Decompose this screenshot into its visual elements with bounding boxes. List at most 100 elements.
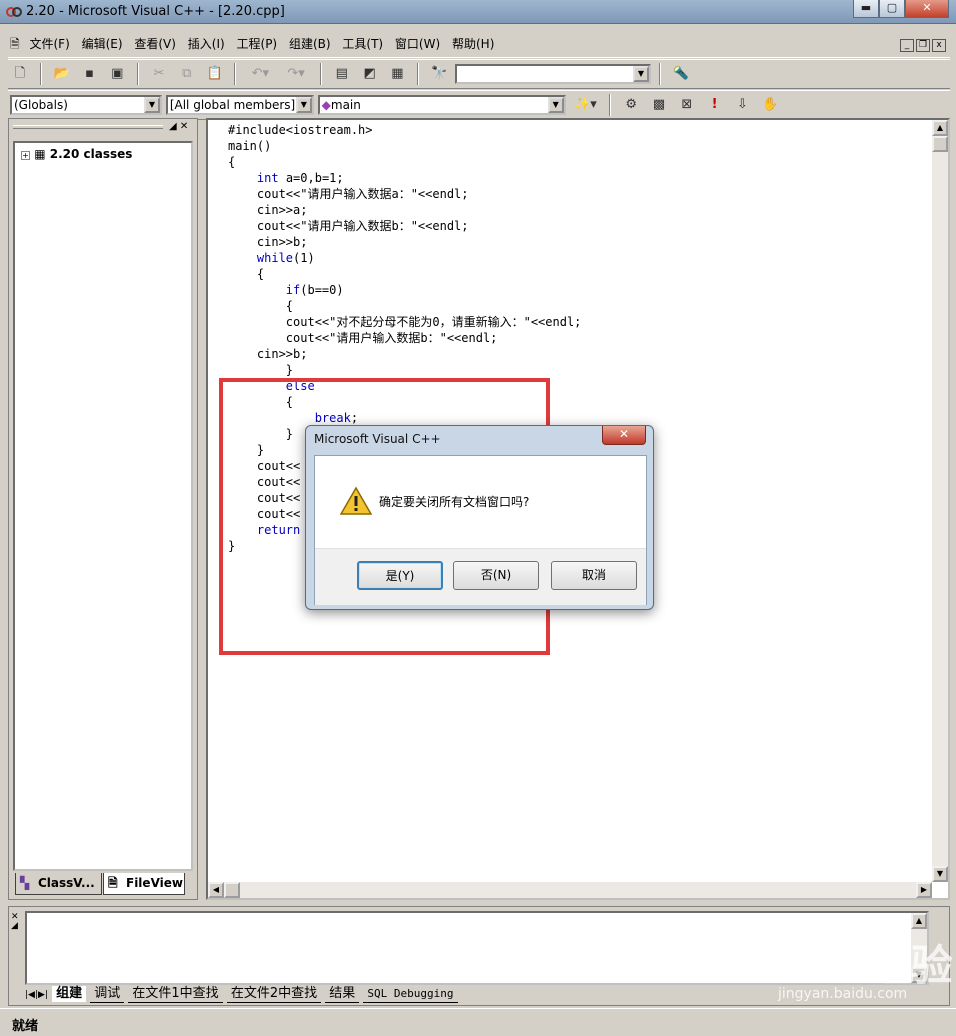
new-file-icon[interactable]: 🗋 [9,63,31,85]
scroll-thumb-h[interactable] [224,882,240,898]
find-in-files-icon[interactable]: 🔭 [428,63,450,85]
wizard-toolbar: (Globals) ▼ [All global members] ▼ ◆main ▼ … [8,90,950,120]
code-keyword: int [256,171,279,185]
chevron-down-icon[interactable]: ▼ [144,97,160,113]
wizard-wand-icon[interactable]: ✨▾ [570,94,600,116]
globals-combobox[interactable]: (Globals) ▼ [10,95,162,115]
code-line[interactable]: int a=0,b=1; [228,170,581,186]
find-combobox[interactable]: ▼ [454,64,651,84]
code-line[interactable]: } [228,362,581,378]
menu-file[interactable]: 文件(F) [25,30,73,58]
search-icon[interactable]: 🔦 [670,63,692,85]
undo-icon[interactable]: ↶▾ [245,63,275,85]
menu-view[interactable]: 查看(V) [130,30,180,58]
scroll-thumb[interactable] [932,136,948,152]
tab-results[interactable]: 结果 [325,986,360,1003]
breakpoint-hand-icon[interactable]: ✋ [759,94,781,116]
build-icon[interactable]: ▩ [648,94,670,116]
menu-help[interactable]: 帮助(H) [448,30,498,58]
execute-icon[interactable]: ! [704,94,726,116]
close-button[interactable]: ✕ [905,0,949,18]
mdi-restore-button[interactable]: ❐ [916,39,930,52]
code-line[interactable]: cin>>a; [228,202,581,218]
stop-build-icon[interactable]: ⊠ [676,94,698,116]
menu-window[interactable]: 窗口(W) [391,30,444,58]
tab-find2[interactable]: 在文件2中查找 [226,986,322,1003]
tab-debug[interactable]: 调试 [90,986,125,1003]
toolbar-separator [137,63,140,85]
code-line[interactable]: if(b==0) [228,282,581,298]
mdi-close-button[interactable]: x [932,39,946,52]
workspace-icon[interactable]: ▤ [331,63,353,85]
tab-classview[interactable]: ▚ ClassV... [15,873,102,895]
code-line[interactable]: cin>>b; [228,234,581,250]
code-text: a=0,b=1; [278,171,344,185]
vertical-scrollbar[interactable]: ▲ ▼ [932,120,948,882]
code-line[interactable]: { [228,266,581,282]
scroll-up-icon[interactable]: ▲ [911,913,927,929]
maximize-button[interactable]: ▢ [879,0,905,18]
code-line[interactable]: cout<<"请用户输入数据b："<<endl; [228,330,581,346]
toolbar-separator [319,63,322,85]
scroll-right-icon[interactable]: ▶ [916,882,932,898]
code-keyword: if [285,283,301,297]
code-line[interactable]: #include<iostream.h> [228,122,581,138]
mdi-controls: _ ❐ x [898,36,946,52]
toolbar-separator [39,63,42,85]
code-line[interactable]: main() [228,138,581,154]
cut-icon[interactable]: ✂ [148,63,170,85]
no-button[interactable]: 否(N) [453,561,539,590]
yes-button[interactable]: 是(Y) [357,561,443,590]
members-combobox[interactable]: [All global members] ▼ [165,95,314,115]
go-icon[interactable]: ⇩ [731,94,753,116]
menu-insert[interactable]: 插入(I) [184,30,229,58]
mdi-minimize-button[interactable]: _ [900,39,914,52]
code-line[interactable]: cout<<"请用户输入数据a："<<endl; [228,186,581,202]
tab-build[interactable]: 组建 [52,986,87,1002]
pane-close-icon[interactable]: ◢ ✕ [169,121,188,132]
redo-icon[interactable]: ↷▾ [281,63,311,85]
code-line[interactable]: while(1) [228,250,581,266]
menu-build[interactable]: 组建(B) [285,30,335,58]
scroll-down-icon[interactable]: ▼ [932,866,948,882]
save-all-icon[interactable]: ▣ [106,63,128,85]
menu-project[interactable]: 工程(P) [233,30,282,58]
title-bar: 2.20 - Microsoft Visual C++ - [2.20.cpp]… [0,0,956,24]
menu-edit[interactable]: 编辑(E) [78,30,127,58]
scroll-left-icon[interactable]: ◀ [208,882,224,898]
tree-item-classes[interactable]: + ▦ 2.20 classes [21,147,132,161]
chevron-down-icon[interactable]: ▼ [295,97,312,113]
pane-grip[interactable] [13,125,163,129]
window-list-icon[interactable]: ▦ [386,63,408,85]
copy-icon[interactable]: ⧉ [176,63,198,85]
tab-nav-arrows-icon[interactable]: |◀|▶| [25,990,48,1000]
open-folder-icon[interactable]: 📂 [51,63,73,85]
expand-plus-icon[interactable]: + [21,151,30,160]
code-line[interactable]: cout<<"对不起分母不能为0，请重新输入："<<endl; [228,314,582,330]
code-line[interactable]: cin>>b; [228,346,581,362]
pane-close-icon[interactable]: ✕ ◢ [11,913,21,933]
minimize-button[interactable]: ▬ [853,0,879,18]
scroll-up-icon[interactable]: ▲ [932,120,948,136]
compile-icon[interactable]: ⚙ [620,94,642,116]
tab-fileview[interactable]: 🗎 FileView [103,873,185,895]
save-icon[interactable]: ▪ [78,63,100,85]
output-window-icon[interactable]: ◩ [359,63,381,85]
code-line[interactable]: { [228,154,581,170]
code-line[interactable]: { [228,298,581,314]
menu-tools[interactable]: 工具(T) [338,30,387,58]
tab-find1[interactable]: 在文件1中查找 [128,986,223,1003]
code-line[interactable]: cout<<"请用户输入数据b："<<endl; [228,218,581,234]
cancel-button[interactable]: 取消 [551,561,637,590]
tab-sql-debugging[interactable]: SQL Debugging [363,986,458,1003]
dialog-close-button[interactable]: ✕ [602,426,646,445]
code-text: (1) [293,251,315,265]
paste-icon[interactable]: 📋 [204,63,226,85]
dialog-message: 确定要关闭所有文档窗口吗? [379,495,530,509]
chevron-down-icon[interactable]: ▼ [632,66,649,82]
dialog-title: Microsoft Visual C++ [314,432,441,446]
function-combobox[interactable]: ◆main ▼ [317,95,566,115]
watermark-url: jingyan.baidu.com [778,986,908,1002]
chevron-down-icon[interactable]: ▼ [547,97,564,113]
horizontal-scrollbar[interactable]: ◀ ▶ [208,882,932,898]
